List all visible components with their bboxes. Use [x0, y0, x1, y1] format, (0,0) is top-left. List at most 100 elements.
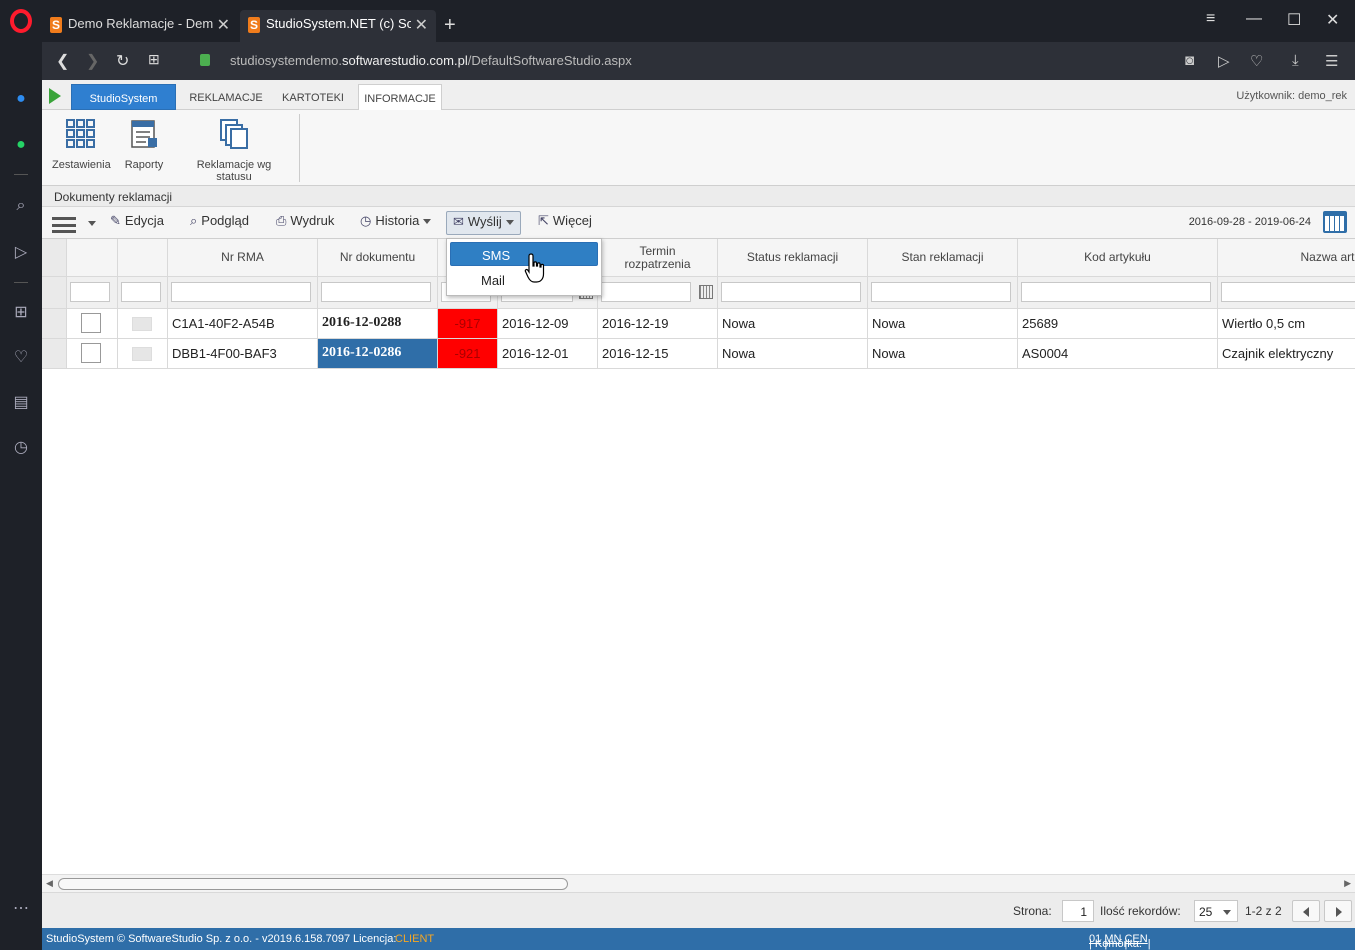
calendar-icon[interactable]: [699, 285, 713, 299]
cell-status: Nowa: [718, 309, 868, 339]
reklamacje-wg-statusu-button[interactable]: Reklamacje wg statusu: [178, 118, 290, 183]
header-rma[interactable]: Nr RMA: [168, 239, 318, 277]
filter-deadline-input[interactable]: [601, 282, 691, 302]
header-thumb[interactable]: [118, 239, 168, 277]
whatsapp-icon[interactable]: ●: [11, 136, 31, 156]
easy-setup-icon[interactable]: ☰: [1325, 52, 1338, 70]
user-info: Użytkownik: demo_rek: [1236, 90, 1347, 102]
horizontal-scrollbar[interactable]: ◀ ▶: [42, 874, 1355, 892]
address-bar: ❮ ❯ ↻ ⊞ studiosystemdemo.softwarestudio.…: [42, 42, 1355, 80]
opera-logo-icon[interactable]: [10, 9, 32, 33]
forward-icon[interactable]: ❯: [86, 51, 99, 71]
records-value: 25: [1199, 905, 1213, 919]
row-checkbox[interactable]: [81, 313, 101, 333]
raporty-button[interactable]: Raporty: [120, 118, 168, 171]
print-label: Wydruk: [290, 213, 335, 228]
browser-sidebar: ● ● ⌕ ▷ ⊞ ♡ ▤ ◷ ⋯: [0, 42, 42, 950]
tab-menu-icon[interactable]: ≡: [1206, 10, 1215, 28]
grid-header-row: Nr RMA Nr dokumentu Termin rozpatrzenia …: [42, 239, 1355, 277]
speed-dial-icon[interactable]: ⊞: [11, 302, 31, 322]
filter-doc-input[interactable]: [321, 282, 431, 302]
filter-state-input[interactable]: [871, 282, 1011, 302]
row-gutter: [42, 309, 67, 339]
next-page-button[interactable]: [1324, 900, 1352, 922]
close-window-icon[interactable]: ✕: [1326, 10, 1339, 30]
chevron-down-icon[interactable]: [88, 221, 96, 226]
hamburger-menu-icon[interactable]: [52, 217, 76, 233]
filter-cell: [67, 277, 118, 309]
history-clock-icon[interactable]: ◷: [11, 437, 31, 457]
table-row[interactable]: C1A1-40F2-A54B 2016-12-0288 -917 2016-12…: [42, 309, 1355, 339]
zestawienia-button[interactable]: Zestawienia: [52, 118, 111, 171]
filter-thumb-input[interactable]: [121, 282, 161, 302]
records-select[interactable]: 25: [1194, 900, 1238, 922]
browser-tab-demo[interactable]: S Demo Reklamacje - Demo ✕: [42, 10, 238, 42]
tab-reklamacje[interactable]: REKLAMACJE: [182, 84, 270, 110]
print-button[interactable]: ⎙ Wydruk: [276, 213, 334, 229]
close-tab-icon[interactable]: ✕: [415, 15, 428, 35]
studiosystem-s-icon: S: [50, 17, 62, 33]
messenger-icon[interactable]: ●: [11, 90, 31, 110]
edit-button[interactable]: ✎ Edycja: [110, 213, 164, 229]
browser-tab-studiosystem[interactable]: S StudioSystem.NET (c) Softw ✕: [240, 10, 436, 42]
filter-rma-input[interactable]: [171, 282, 311, 302]
more-button[interactable]: ⇱ Więcej: [538, 213, 592, 229]
header-status[interactable]: Status reklamacji: [718, 239, 868, 277]
date-range[interactable]: 2016-09-28 - 2019-06-24: [1189, 216, 1311, 228]
more-icon[interactable]: ⋯: [11, 898, 31, 918]
row-checkbox[interactable]: [81, 343, 101, 363]
header-select[interactable]: [67, 239, 118, 277]
header-name[interactable]: Nazwa art: [1218, 239, 1355, 277]
send-icon[interactable]: ▷: [1218, 52, 1230, 70]
scroll-right-icon[interactable]: ▶: [1344, 878, 1351, 889]
cell-name: Czajnik elektryczny: [1218, 339, 1355, 369]
send-dropdown-button[interactable]: ✉ Wyślij: [446, 211, 521, 235]
preview-button[interactable]: ⌕ Podgląd: [190, 213, 249, 229]
filter-name-input[interactable]: [1221, 282, 1355, 302]
close-tab-icon[interactable]: ✕: [217, 15, 230, 35]
grid-icon: [66, 119, 95, 148]
bookmarks-heart-icon[interactable]: ♡: [11, 347, 31, 367]
scroll-left-icon[interactable]: ◀: [46, 878, 53, 889]
header-state[interactable]: Stan reklamacji: [868, 239, 1018, 277]
filter-cell: [1018, 277, 1218, 309]
speed-dial-icon[interactable]: ⊞: [148, 51, 160, 68]
send-icon[interactable]: ▷: [11, 242, 31, 262]
camera-icon[interactable]: ◙: [1185, 52, 1194, 69]
prev-page-button[interactable]: [1292, 900, 1320, 922]
tab-kartoteki[interactable]: KARTOTEKI: [276, 84, 350, 110]
back-icon[interactable]: ❮: [56, 51, 69, 71]
heart-icon[interactable]: ♡: [1250, 52, 1263, 70]
row-gutter: [42, 277, 67, 309]
search-icon[interactable]: ⌕: [11, 197, 31, 217]
filter-code-input[interactable]: [1021, 282, 1211, 302]
url-field[interactable]: studiosystemdemo.softwarestudio.com.pl/D…: [230, 53, 632, 68]
download-icon[interactable]: ⤓: [1292, 52, 1299, 69]
cell-code: 25689: [1018, 309, 1218, 339]
tab-informacje[interactable]: INFORMACJE: [358, 84, 442, 110]
history-button[interactable]: ◷ Historia: [360, 213, 432, 229]
minimize-icon[interactable]: —: [1246, 10, 1262, 28]
filter-select-input[interactable]: [70, 282, 110, 302]
header-doc[interactable]: Nr dokumentu: [318, 239, 438, 277]
play-icon[interactable]: [49, 88, 61, 104]
cell-deadline: 2016-12-15: [598, 339, 718, 369]
scrollbar-thumb[interactable]: [58, 878, 568, 890]
thumb-cell: [118, 339, 168, 369]
sidebar-separator: [14, 282, 28, 283]
maximize-icon[interactable]: ☐: [1287, 10, 1301, 30]
page-input[interactable]: 1: [1062, 900, 1094, 922]
reload-icon[interactable]: ↻: [116, 51, 129, 71]
tab-studiosystem[interactable]: StudioSystem: [71, 84, 176, 110]
new-tab-icon[interactable]: +: [444, 14, 456, 37]
header-deadline[interactable]: Termin rozpatrzenia: [598, 239, 718, 277]
arrow-right-icon: [1336, 907, 1342, 917]
cell-state: Nowa: [868, 309, 1018, 339]
news-icon[interactable]: ▤: [11, 392, 31, 412]
section-title: Dokumenty reklamacji: [42, 186, 1355, 207]
calendar-icon[interactable]: [1323, 211, 1347, 233]
reklamacje-wg-statusu-label: Reklamacje wg statusu: [196, 159, 272, 183]
table-row[interactable]: DBB1-4F00-BAF3 2016-12-0286 -921 2016-12…: [42, 339, 1355, 369]
header-code[interactable]: Kod artykułu: [1018, 239, 1218, 277]
filter-status-input[interactable]: [721, 282, 861, 302]
